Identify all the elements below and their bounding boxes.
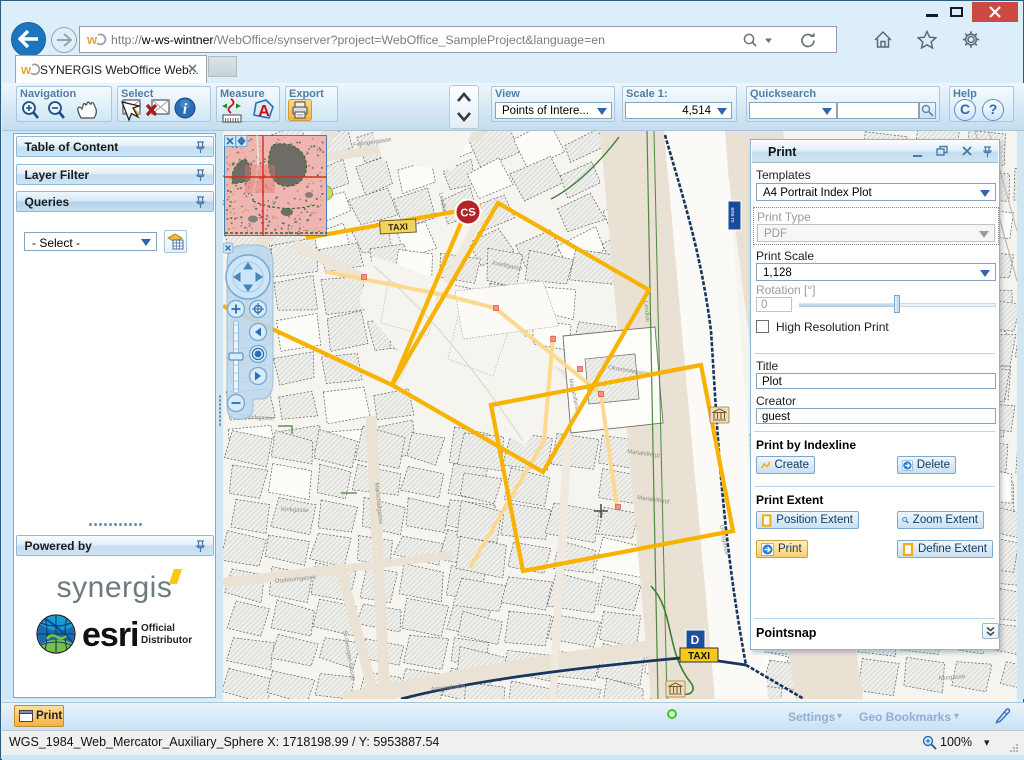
svg-text:Kinkgasse: Kinkgasse [281, 507, 310, 514]
svg-text:TAXI: TAXI [688, 651, 710, 662]
svg-text:w: w [21, 62, 32, 77]
svg-text:w: w [87, 32, 98, 47]
svg-text:A: A [258, 103, 270, 120]
svg-text:TAXI: TAXI [388, 221, 408, 232]
svg-text:Official: Official [141, 623, 175, 634]
svg-text:D: D [691, 633, 700, 647]
svg-text:ene m: ene m [729, 207, 735, 223]
svg-text:Distributor: Distributor [141, 635, 192, 646]
svg-text:esri: esri [82, 616, 139, 654]
svg-text:CS: CS [460, 206, 476, 220]
